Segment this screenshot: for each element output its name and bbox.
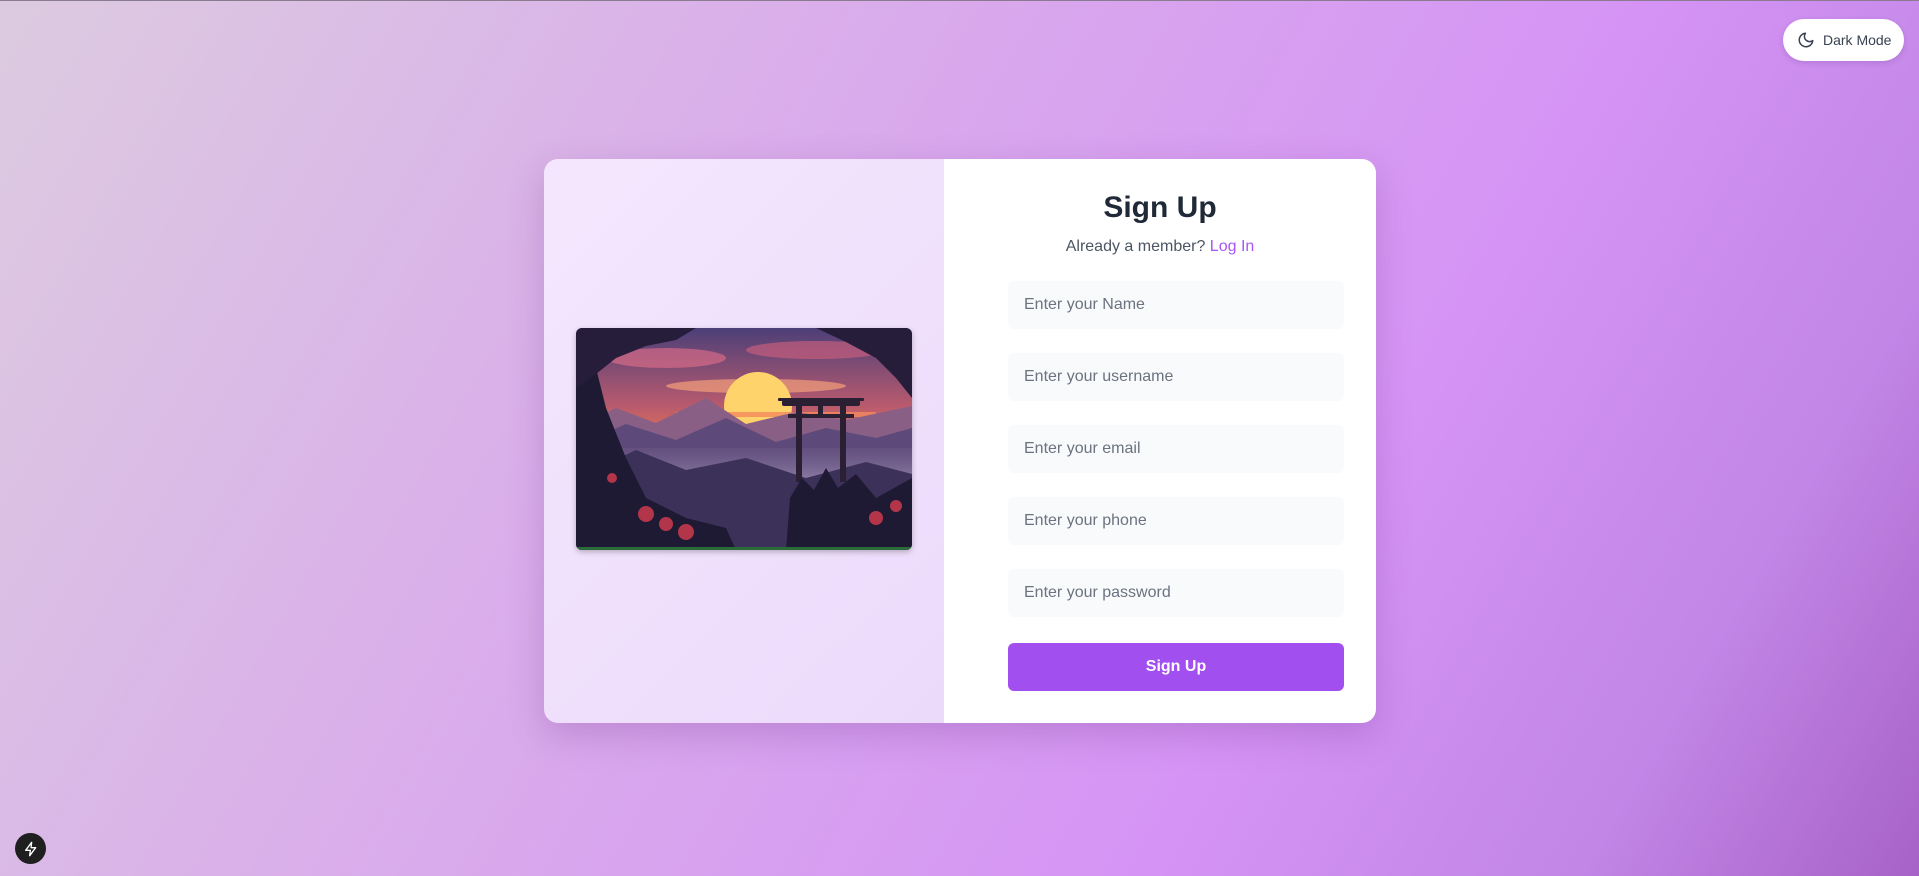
illustration-panel	[544, 159, 944, 723]
email-field[interactable]	[1008, 425, 1344, 473]
password-field[interactable]	[1008, 569, 1344, 617]
moon-icon	[1798, 32, 1814, 48]
landscape-illustration	[576, 328, 912, 550]
lightning-bolt-icon	[24, 841, 36, 856]
signup-card: Sign Up Already a member? Log In Sign Up	[544, 159, 1376, 723]
member-prompt-line: Already a member? Log In	[944, 238, 1376, 256]
page-title: Sign Up	[1103, 191, 1217, 224]
name-field[interactable]	[1008, 281, 1344, 329]
dark-mode-label: Dark Mode	[1823, 32, 1892, 48]
signup-form: Sign Up Already a member? Log In Sign Up	[944, 159, 1376, 723]
dark-mode-toggle[interactable]: Dark Mode	[1783, 19, 1904, 61]
username-field[interactable]	[1008, 353, 1344, 401]
landscape-illustration-svg	[576, 328, 912, 550]
phone-field[interactable]	[1008, 497, 1344, 545]
login-link[interactable]: Log In	[1210, 238, 1254, 255]
sign-up-button[interactable]: Sign Up	[1008, 643, 1344, 691]
dev-tools-badge[interactable]	[15, 833, 46, 864]
member-prompt-text: Already a member?	[1065, 238, 1206, 255]
